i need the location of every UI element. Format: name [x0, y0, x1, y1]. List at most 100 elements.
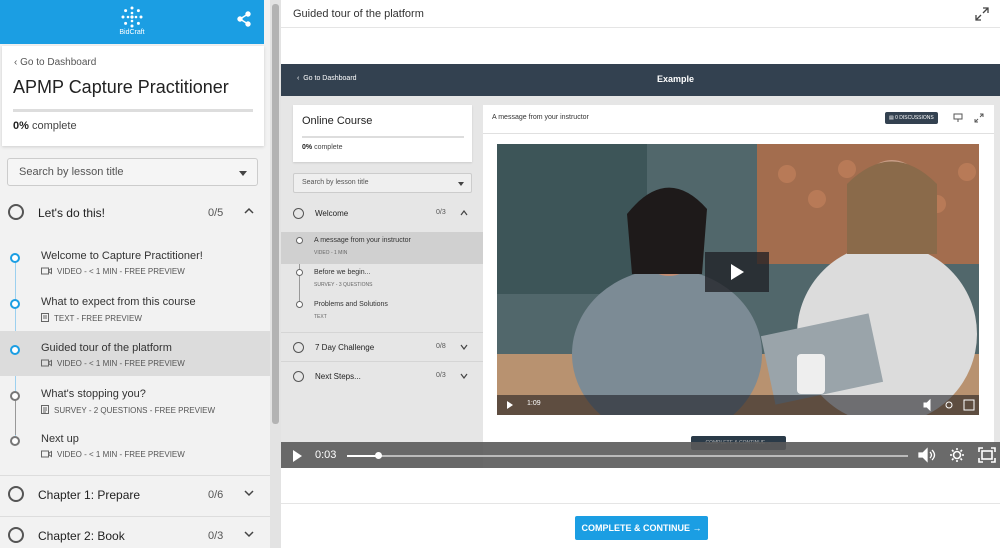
survey-icon	[41, 405, 49, 414]
inner-progress-percent: 0%	[302, 144, 313, 151]
video-seek-handle[interactable]	[374, 452, 382, 459]
inner-section-next-steps: Next Steps... 0/3	[281, 361, 483, 391]
lesson-status-dot	[10, 299, 20, 309]
course-sidebar: BidCraft ‹ Go to Dashboard APMP Capture …	[0, 0, 281, 548]
caret-down-icon	[239, 171, 247, 176]
volume-icon[interactable]	[918, 447, 936, 463]
lesson-search-select[interactable]: Search by lesson title	[7, 158, 258, 186]
lesson-title: Welcome to Capture Practitioner!	[41, 250, 203, 262]
inner-section-title: Next Steps...	[315, 372, 361, 381]
section-chapter-1[interactable]: Chapter 1: Prepare 0/6	[0, 475, 270, 513]
lesson-item[interactable]: What's stopping you? SURVEY - 2 QUESTION…	[0, 377, 270, 422]
share-icon[interactable]	[236, 11, 252, 27]
lesson-meta: VIDEO - < 1 MIN - FREE PREVIEW	[41, 359, 185, 368]
inner-discussions-badge: ▤ 0 DISCUSSIONS	[885, 112, 938, 124]
sidebar-scrollbar-thumb[interactable]	[272, 4, 279, 424]
inner-go-to-dashboard: ‹ Go to Dashboard	[297, 75, 357, 82]
complete-and-continue-button[interactable]: COMPLETE & CONTINUE →	[575, 516, 708, 540]
video-seek-bar[interactable]	[347, 455, 908, 457]
inner-section-title: Welcome	[315, 209, 349, 218]
section-status-circle	[8, 486, 24, 502]
lesson-meta: SURVEY - 2 QUESTIONS - FREE PREVIEW	[41, 405, 215, 415]
inner-search-select: Search by lesson title	[293, 173, 472, 193]
inner-section-count: 0/3	[436, 372, 446, 379]
inner-progress-label: complete	[314, 144, 343, 151]
inner-video-time: 1:09	[527, 400, 541, 407]
chevron-down-icon	[460, 344, 468, 350]
lesson-meta-text: VIDEO - < 1 MIN - FREE PREVIEW	[57, 450, 185, 459]
video-current-time: 0:03	[315, 449, 337, 461]
lesson-title: What's stopping you?	[41, 388, 146, 400]
inner-lesson-meta: SURVEY - 3 QUESTIONS	[314, 282, 373, 288]
text-icon	[41, 313, 49, 322]
progress-label: complete	[31, 120, 77, 132]
lesson-status-dot	[10, 391, 20, 401]
inner-discussions-label: 0 DISCUSSIONS	[895, 115, 934, 121]
inner-video-controls: 1:09	[497, 395, 979, 415]
section-count: 0/6	[208, 489, 224, 501]
chevron-up-icon	[460, 210, 468, 216]
video-icon	[41, 450, 52, 458]
video-control-bar: 0:03	[281, 442, 1000, 468]
inner-progress-text: 0% complete	[302, 144, 342, 151]
lesson-meta-text: VIDEO - < 1 MIN - FREE PREVIEW	[57, 359, 185, 368]
go-to-dashboard-link[interactable]: ‹ Go to Dashboard	[14, 57, 96, 68]
lesson-status-dot	[10, 436, 20, 446]
lesson-meta: VIDEO - < 1 MIN - FREE PREVIEW	[41, 450, 185, 459]
lesson-title: Guided tour of the platform	[41, 342, 172, 354]
play-button[interactable]	[293, 450, 302, 462]
fullscreen-icon[interactable]	[978, 447, 996, 463]
course-progress-text: 0% complete	[13, 120, 77, 132]
section-chapter-2[interactable]: Chapter 2: Book 0/3	[0, 516, 270, 548]
video-frame: 1:09	[497, 144, 979, 415]
inner-section-count: 0/8	[436, 343, 446, 350]
section-status-circle	[293, 342, 304, 353]
settings-gear-icon[interactable]	[950, 448, 964, 462]
lesson-status-dot	[10, 253, 20, 263]
video-control-icons	[918, 447, 996, 463]
lesson-meta-text: VIDEO - < 1 MIN - FREE PREVIEW	[57, 267, 185, 276]
lesson-status-dot	[296, 301, 303, 308]
inner-control-icons	[923, 398, 975, 412]
inner-header-title: Example	[657, 74, 695, 84]
chevron-down-icon	[244, 531, 254, 538]
section-count: 0/5	[208, 207, 224, 219]
lesson-meta: VIDEO - < 1 MIN - FREE PREVIEW	[41, 267, 185, 276]
section-title: Let's do this!	[38, 206, 105, 220]
inner-top-bar: ‹ Go to Dashboard Example	[281, 64, 1000, 96]
section-lets-do-this[interactable]: Let's do this! 0/5	[0, 194, 270, 232]
lesson-item-active[interactable]: Guided tour of the platform VIDEO - < 1 …	[0, 331, 270, 376]
brand-logo[interactable]: BidCraft	[113, 6, 151, 40]
section-status-circle	[8, 204, 24, 220]
inner-progress-bar	[302, 136, 464, 138]
lesson-item[interactable]: What to expect from this course TEXT - F…	[0, 285, 270, 330]
lesson-video-player[interactable]: ‹ Go to Dashboard Example Online Course …	[281, 64, 1000, 468]
inner-section-title: 7 Day Challenge	[315, 343, 375, 352]
section-status-circle	[8, 527, 24, 543]
chevron-down-icon	[460, 373, 468, 379]
lesson-item[interactable]: Welcome to Capture Practitioner! VIDEO -…	[0, 239, 270, 284]
section-title: Chapter 1: Prepare	[38, 488, 141, 502]
lesson-item[interactable]: Next up VIDEO - < 1 MIN - FREE PREVIEW	[0, 422, 270, 467]
lesson-status-dot	[296, 269, 303, 276]
section-status-circle	[293, 208, 304, 219]
inner-lesson: Problems and Solutions TEXT	[281, 296, 483, 328]
chevron-up-icon	[244, 207, 254, 214]
lesson-header: Guided tour of the platform	[281, 0, 1000, 28]
fullscreen-expand-icon[interactable]	[975, 7, 989, 21]
caret-down-icon	[458, 182, 464, 186]
video-seek-progress	[347, 455, 378, 457]
inner-section-count: 0/3	[436, 209, 446, 216]
inner-section-7-day: 7 Day Challenge 0/8	[281, 332, 483, 362]
inner-lesson-title: Problems and Solutions	[314, 301, 388, 308]
present-icon	[953, 113, 963, 122]
inner-lesson-title: Before we begin...	[314, 269, 371, 276]
inner-lesson-meta: VIDEO - 1 MIN	[314, 250, 348, 256]
inner-lesson-active: A message from your instructor VIDEO - 1…	[281, 232, 483, 264]
lesson-status-dot	[10, 345, 20, 355]
go-to-dashboard-label: Go to Dashboard	[20, 57, 97, 68]
lesson-meta: TEXT - FREE PREVIEW	[41, 313, 142, 323]
section-status-circle	[293, 371, 304, 382]
inner-lesson-title: A message from your instructor	[314, 237, 411, 244]
expand-icon	[974, 113, 984, 123]
